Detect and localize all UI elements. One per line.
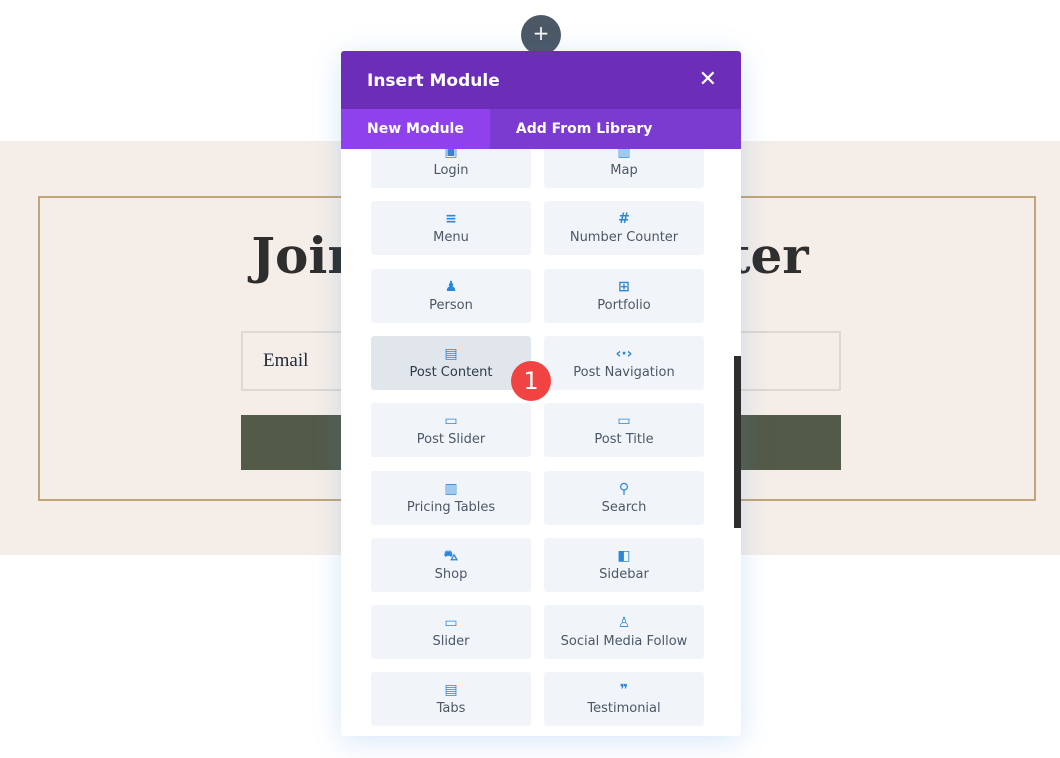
step-badge: 1 — [511, 361, 551, 401]
post-navigation-icon: ‹·› — [615, 345, 633, 362]
modal-tabs: New Module Add From Library — [341, 109, 741, 149]
module-label: Shop — [434, 566, 468, 582]
pricing-tables-icon: ▥ — [444, 480, 458, 497]
module-label: Portfolio — [597, 297, 651, 313]
search-icon: ⚲ — [618, 480, 630, 497]
slider-icon: ▭ — [444, 615, 458, 632]
portfolio-icon: ⊞ — [618, 278, 630, 295]
module-item-map[interactable]: ▥ Map — [544, 149, 704, 188]
modal-header: Insert Module ✕ — [341, 51, 741, 109]
module-item-portfolio[interactable]: ⊞ Portfolio — [544, 268, 704, 323]
module-label: Tabs — [436, 701, 466, 717]
social-media-follow-icon: ♙ — [617, 615, 631, 632]
testimonial-icon: ❞ — [619, 682, 629, 699]
module-label: Sidebar — [599, 566, 649, 582]
module-item-search[interactable]: ⚲ Search — [544, 470, 704, 525]
module-item-number-counter[interactable]: # Number Counter — [544, 201, 704, 256]
close-icon[interactable]: ✕ — [699, 67, 717, 92]
scrollbar[interactable] — [734, 356, 741, 528]
module-label: Search — [601, 499, 647, 515]
module-label: Post Title — [594, 432, 654, 448]
module-item-social-media-follow[interactable]: ♙ Social Media Follow — [544, 605, 704, 660]
module-label: Testimonial — [587, 701, 661, 717]
shop-icon: ⛍ — [443, 547, 459, 564]
module-item-slider[interactable]: ▭ Slider — [371, 605, 531, 660]
module-item-post-content[interactable]: ▤ Post Content — [371, 335, 531, 390]
module-label: Number Counter — [569, 230, 679, 246]
post-content-icon: ▤ — [444, 345, 458, 362]
map-icon: ▥ — [617, 149, 631, 160]
module-label: Menu — [433, 230, 469, 246]
module-list: ▣ Login ▥ Map ≡ Menu # Number Counter ♟ Person ⊞ Po… — [341, 149, 741, 736]
module-item-login[interactable]: ▣ Login — [371, 149, 531, 188]
module-label: Pricing Tables — [406, 499, 496, 515]
module-item-pricing-tables[interactable]: ▥ Pricing Tables — [371, 470, 531, 525]
module-item-person[interactable]: ♟ Person — [371, 268, 531, 323]
module-item-post-title[interactable]: ▭ Post Title — [544, 403, 704, 458]
person-icon: ♟ — [444, 278, 458, 295]
modal-title: Insert Module — [367, 71, 500, 91]
module-label: Person — [429, 297, 473, 313]
login-icon: ▣ — [444, 149, 458, 160]
module-label: Post Navigation — [573, 364, 675, 380]
add-module-button[interactable]: + — [521, 15, 561, 55]
tabs-icon: ▤ — [444, 682, 458, 699]
module-label: Post Content — [409, 364, 493, 380]
module-label: Social Media Follow — [560, 634, 688, 650]
number-counter-icon: # — [618, 211, 630, 228]
module-label: Map — [610, 163, 638, 178]
tab-new-module[interactable]: New Module — [341, 109, 490, 149]
module-item-menu[interactable]: ≡ Menu — [371, 201, 531, 256]
module-label: Slider — [432, 634, 470, 650]
post-slider-icon: ▭ — [444, 413, 458, 430]
module-item-post-navigation[interactable]: ‹·› Post Navigation — [544, 335, 704, 390]
module-item-tabs[interactable]: ▤ Tabs — [371, 672, 531, 727]
module-item-testimonial[interactable]: ❞ Testimonial — [544, 672, 704, 727]
sidebar-icon: ◧ — [617, 547, 631, 564]
module-item-post-slider[interactable]: ▭ Post Slider — [371, 403, 531, 458]
module-label: Post Slider — [416, 432, 486, 448]
module-item-sidebar[interactable]: ◧ Sidebar — [544, 537, 704, 592]
module-item-shop[interactable]: ⛍ Shop — [371, 537, 531, 592]
tab-add-from-library[interactable]: Add From Library — [490, 109, 679, 149]
menu-icon: ≡ — [445, 211, 457, 228]
plus-icon: + — [532, 21, 550, 45]
post-title-icon: ▭ — [617, 413, 631, 430]
module-label: Login — [433, 163, 469, 178]
